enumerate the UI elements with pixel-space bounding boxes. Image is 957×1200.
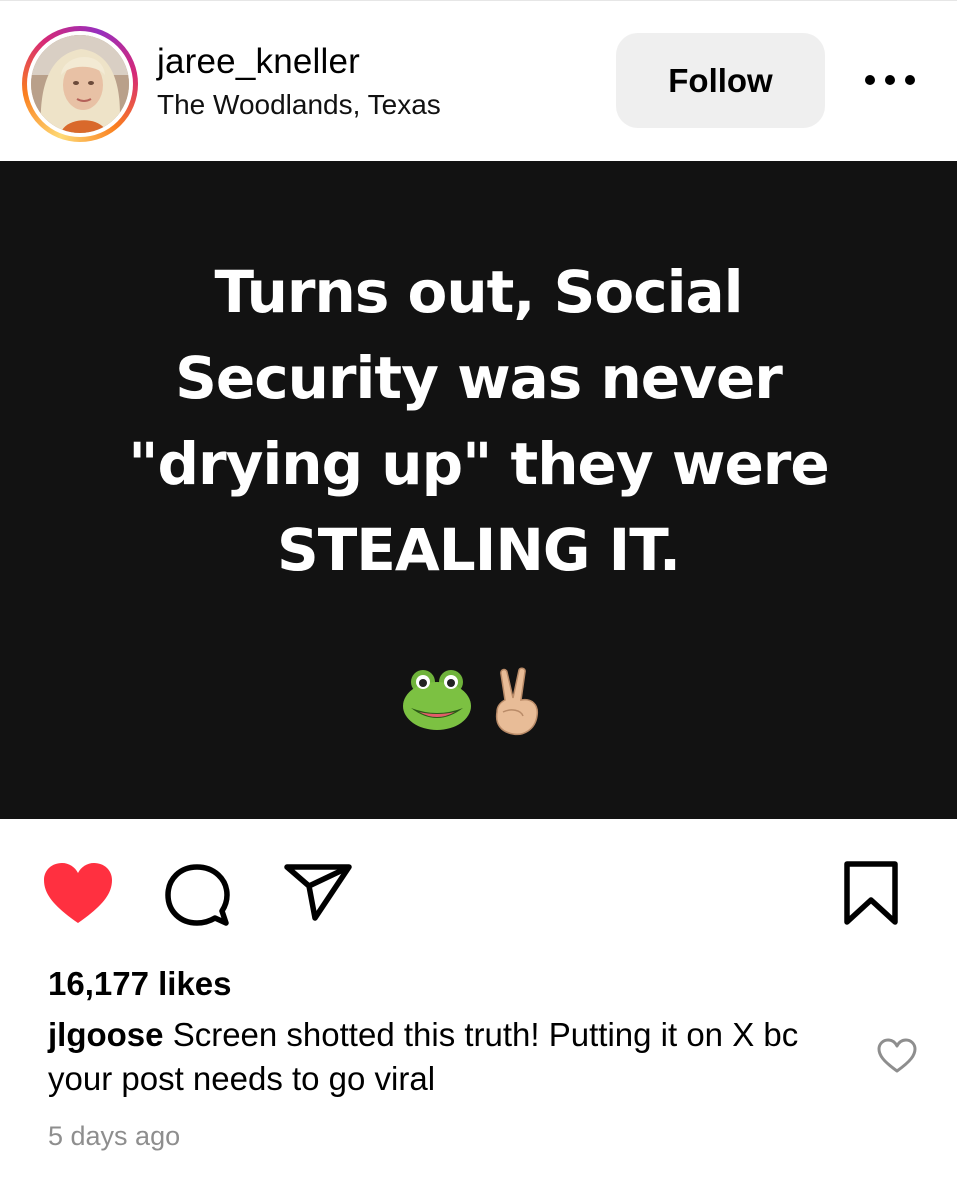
post-header: jaree_kneller The Woodlands, Texas Follo…: [0, 0, 957, 161]
bookmark-icon[interactable]: [838, 858, 904, 928]
more-options-icon[interactable]: [862, 62, 918, 98]
post-image[interactable]: Turns out, Social Security was never "dr…: [0, 161, 957, 819]
top-comment: jlgoose Screen shotted this truth! Putti…: [48, 1013, 828, 1101]
post-timestamp: 5 days ago: [48, 1121, 181, 1151]
post-image-text: Turns out, Social Security was never "dr…: [60, 249, 897, 593]
location[interactable]: The Woodlands, Texas: [157, 88, 441, 122]
post-text-line: "drying up" they were: [128, 430, 829, 498]
heart-icon[interactable]: [40, 860, 116, 926]
heart-outline-icon[interactable]: [877, 1038, 917, 1074]
post-text-line: STEALING IT.: [276, 516, 681, 584]
follow-button[interactable]: Follow: [616, 33, 825, 128]
post-text-line: Turns out, Social: [214, 258, 743, 326]
story-ring[interactable]: [22, 26, 138, 142]
share-icon[interactable]: [283, 862, 353, 922]
comment-author[interactable]: jlgoose: [48, 1016, 164, 1053]
post-emojis: [401, 666, 551, 736]
username[interactable]: jaree_kneller: [157, 41, 360, 83]
victory-hand-emoji: [495, 667, 539, 736]
avatar-image: [31, 35, 129, 133]
avatar[interactable]: [31, 35, 129, 133]
frog-emoji: [403, 670, 471, 730]
likes-count[interactable]: 16,177 likes: [48, 964, 232, 1004]
comment-icon[interactable]: [162, 862, 232, 928]
post-text-line: Security was never: [175, 344, 783, 412]
